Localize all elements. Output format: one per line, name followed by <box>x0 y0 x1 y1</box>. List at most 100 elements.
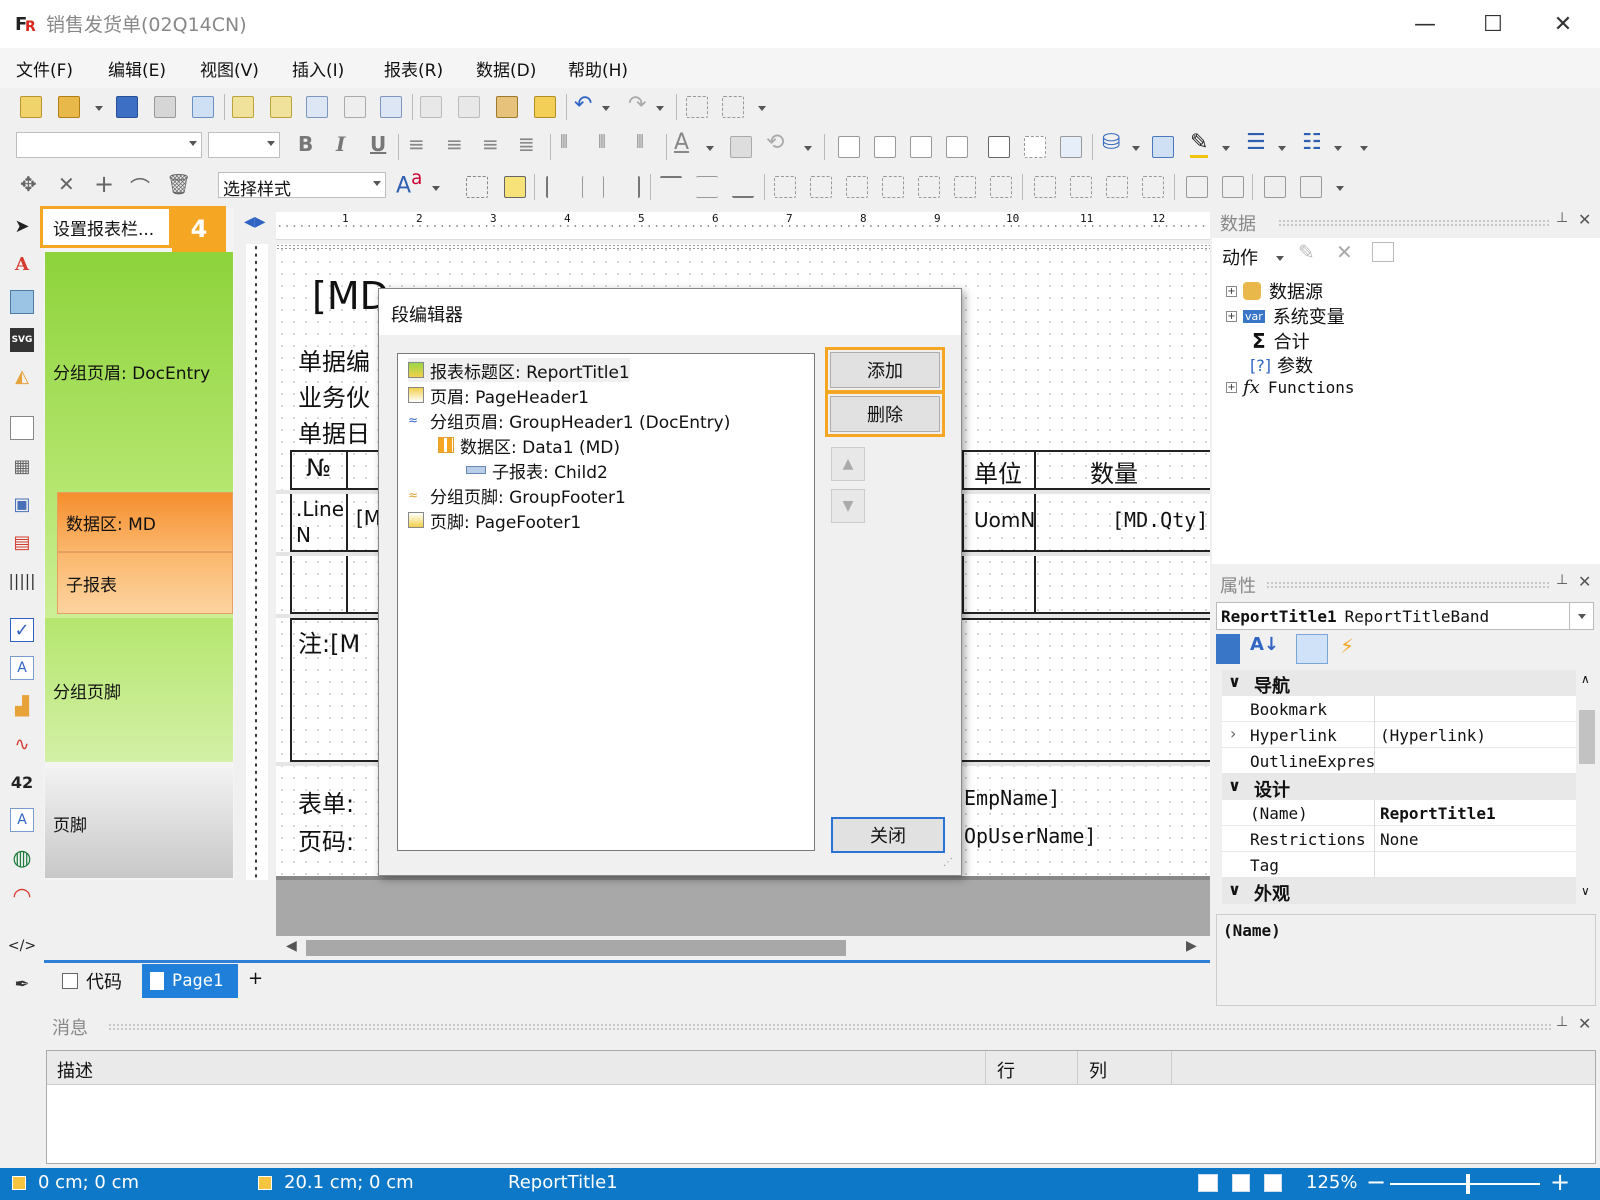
expand-icon[interactable]: + <box>1226 285 1237 297</box>
data-panel-close-icon[interactable]: ✕ <box>1578 210 1591 229</box>
redo-icon[interactable]: ↷ <box>628 92 646 117</box>
add-page-tab-button[interactable]: + <box>248 968 263 989</box>
menu-data[interactable]: 数据(D) <box>476 56 536 81</box>
border-overflow-icon[interactable] <box>1360 146 1368 151</box>
band-group-footer[interactable]: 分组页脚 <box>45 618 233 762</box>
space-horizontal-icon[interactable] <box>774 176 796 198</box>
align-center-icon[interactable]: ≡ <box>446 132 463 156</box>
layout-overflow-icon[interactable] <box>1336 186 1344 191</box>
col-qty-header[interactable]: 数量 <box>1090 454 1138 489</box>
align-lefts-icon[interactable] <box>546 176 568 198</box>
line-color-icon[interactable]: ✎ <box>1190 130 1209 158</box>
column-row[interactable]: 行 <box>997 1057 1015 1083</box>
align-right-icon[interactable]: ≡ <box>482 132 499 156</box>
subreport-tool-icon[interactable] <box>10 416 34 440</box>
menu-report[interactable]: 报表(R) <box>384 56 443 81</box>
open-folder-icon[interactable] <box>58 96 80 118</box>
edit-datasource-icon[interactable]: ✎ <box>1298 240 1315 264</box>
save-icon[interactable] <box>116 96 138 118</box>
undo-dropdown-icon[interactable] <box>602 106 610 111</box>
chart-tool-icon[interactable]: ▟ <box>10 694 34 718</box>
rotate-icon[interactable]: ⟲ <box>766 130 784 155</box>
tree-item-group-header[interactable]: ≈ 分组页眉: GroupHeader1 (DocEntry) <box>408 408 730 433</box>
menu-file[interactable]: 文件(F) <box>16 56 73 81</box>
move-down-button[interactable]: ▼ <box>831 489 865 523</box>
scroll-left-icon[interactable]: ◀ <box>286 938 297 954</box>
new-report-icon[interactable] <box>20 96 42 118</box>
frame-none-icon[interactable] <box>1024 136 1046 158</box>
shape-icon[interactable]: ✕ <box>58 172 75 196</box>
tree-totals[interactable]: Σ 合计 <box>1252 328 1310 354</box>
close-dialog-button[interactable]: 关闭 <box>831 817 945 853</box>
minimize-button[interactable]: — <box>1390 0 1460 48</box>
prop-name[interactable]: (Name) ReportTitle1 <box>1222 800 1576 826</box>
data-panel-pin-icon[interactable]: ⊥ <box>1556 210 1568 226</box>
save-all-icon[interactable] <box>154 96 176 118</box>
view-datasource-icon[interactable] <box>1372 242 1394 262</box>
partner-label[interactable]: 业务伙 <box>298 378 370 413</box>
page-setup-icon[interactable] <box>380 96 402 118</box>
picture-tool-icon[interactable] <box>10 290 34 314</box>
trash-icon[interactable]: 🗑 <box>166 172 191 196</box>
paste-icon[interactable] <box>496 96 518 118</box>
tree-item-page-header[interactable]: 页眉: PageHeader1 <box>408 383 589 408</box>
band-tree-list[interactable]: 报表标题区: ReportTitle1 页眉: PageHeader1 ≈ 分组… <box>397 353 815 851</box>
zoom-page-width-icon[interactable] <box>1198 1174 1218 1192</box>
tree-functions[interactable]: + fx Functions <box>1226 377 1355 398</box>
highlight-icon[interactable] <box>730 136 752 158</box>
form-label[interactable]: 表单: <box>298 784 354 819</box>
line-style-icon[interactable]: ☷ <box>1302 130 1322 155</box>
tab-page1[interactable]: Page1 <box>142 964 238 998</box>
italic-button[interactable]: I <box>336 132 345 156</box>
zoom-whole-page-icon[interactable] <box>1232 1174 1250 1192</box>
tree-system-variables[interactable]: + var 系统变量 <box>1226 303 1345 329</box>
align-left-icon[interactable]: ≡ <box>408 132 425 156</box>
move-up-button[interactable]: ▲ <box>831 447 865 481</box>
code-tool-icon[interactable]: </> <box>8 934 36 958</box>
order-a-icon[interactable] <box>1264 176 1286 198</box>
matrix-tool-icon[interactable]: ▣ <box>10 492 34 516</box>
fill-color-dropdown-icon[interactable] <box>1132 146 1140 151</box>
properties-pin-icon[interactable]: ⊥ <box>1556 572 1568 588</box>
actions-dropdown-icon[interactable] <box>1276 256 1284 261</box>
frame-bottom-icon[interactable] <box>874 136 896 158</box>
svg-tool-icon[interactable]: SVG <box>10 328 34 352</box>
messages-pin-icon[interactable]: ⊥ <box>1556 1014 1568 1030</box>
delete-band-button[interactable]: 删除 <box>830 396 940 432</box>
checkbox-tool-icon[interactable]: ✓ <box>10 618 34 642</box>
collapse-icon[interactable]: ∨ <box>1228 672 1241 691</box>
qty-field[interactable]: [MD.Qty] <box>1112 508 1208 532</box>
menu-help[interactable]: 帮助(H) <box>568 56 628 81</box>
note-field[interactable]: 注:[M <box>298 624 360 659</box>
band-child[interactable]: 子报表 <box>57 552 233 614</box>
band-data[interactable]: 数据区: MD <box>57 492 233 552</box>
properties-scrollbar[interactable]: ∧ ∨ <box>1576 670 1598 904</box>
prop-outline-expression[interactable]: OutlineExpres <box>1222 748 1576 774</box>
font-color-icon[interactable]: A <box>674 130 689 155</box>
signature-tool-icon[interactable]: ✒ <box>10 972 34 996</box>
prop-tag[interactable]: Tag <box>1222 852 1576 878</box>
bold-button[interactable]: B <box>298 132 313 156</box>
zoom-slider[interactable] <box>1390 1183 1540 1185</box>
line-num-field[interactable]: .LineN <box>296 496 346 548</box>
copy-icon[interactable] <box>458 96 480 118</box>
tree-item-data[interactable]: 数据区: Data1 (MD) <box>438 433 620 458</box>
new-page-icon[interactable] <box>232 96 254 118</box>
categorized-view-icon[interactable] <box>1216 634 1240 664</box>
doc-date-label[interactable]: 单据日 <box>298 414 370 449</box>
align-tops-icon[interactable] <box>660 176 682 198</box>
messages-list[interactable]: 描述 行 列 <box>46 1050 1596 1164</box>
preview-icon[interactable] <box>192 96 214 118</box>
align-bottoms-icon[interactable] <box>732 176 754 198</box>
category-appearance[interactable]: ∨ 外观 <box>1222 878 1576 905</box>
barcode-tool-icon[interactable]: ||||| <box>9 568 36 592</box>
zoom-out-button[interactable]: − <box>1366 1168 1386 1196</box>
richtext-tool-icon[interactable]: A <box>10 656 34 680</box>
menu-view[interactable]: 视图(V) <box>200 56 259 81</box>
band-group-header[interactable]: 分组页眉: DocEntry <box>45 252 233 490</box>
copy-page-icon[interactable] <box>306 96 328 118</box>
sparkline-tool-icon[interactable]: ∿ <box>10 732 34 756</box>
order-b-icon[interactable] <box>1300 176 1322 198</box>
style-dropdown-icon[interactable] <box>432 186 440 191</box>
spacing-b-icon[interactable] <box>1070 176 1092 198</box>
